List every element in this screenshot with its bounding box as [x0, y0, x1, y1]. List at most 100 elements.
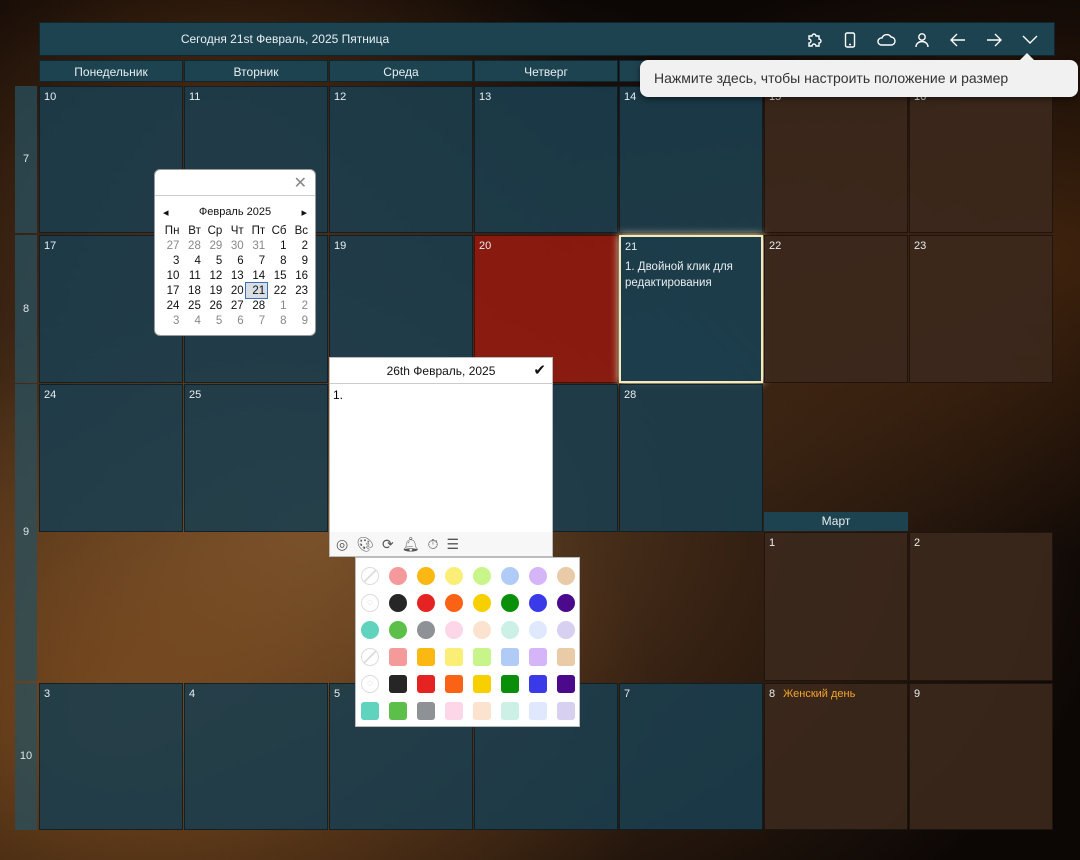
close-icon[interactable]: ✕ — [294, 173, 307, 193]
mini-day[interactable]: 10 — [160, 268, 181, 283]
mini-day[interactable]: 16 — [289, 268, 310, 283]
color-swatch[interactable] — [389, 593, 407, 612]
color-swatch[interactable] — [445, 620, 463, 639]
no-color-icon[interactable] — [361, 647, 379, 666]
mini-day[interactable]: 6 — [224, 313, 245, 328]
day-cell[interactable]: 3 — [39, 683, 183, 830]
phone-icon[interactable] — [832, 23, 868, 57]
mini-day[interactable]: 9 — [289, 253, 310, 268]
color-swatch[interactable] — [557, 647, 575, 666]
mini-day[interactable]: 1 — [267, 238, 288, 253]
mini-day[interactable]: 4 — [181, 313, 202, 328]
color-swatch[interactable] — [557, 566, 575, 585]
day-cell[interactable]: 23 — [909, 235, 1053, 383]
color-swatch[interactable] — [361, 701, 379, 720]
mini-day[interactable]: 17 — [160, 283, 181, 298]
puzzle-icon[interactable] — [796, 23, 832, 57]
color-swatch[interactable] — [361, 620, 379, 639]
color-swatch[interactable] — [389, 647, 407, 666]
color-swatch[interactable] — [389, 674, 407, 693]
mini-day[interactable]: 5 — [203, 253, 224, 268]
day-cell[interactable]: 2 — [909, 532, 1053, 681]
color-swatch[interactable] — [529, 674, 547, 693]
mini-day[interactable]: 18 — [181, 283, 202, 298]
color-swatch[interactable] — [445, 566, 463, 585]
mini-day[interactable]: 25 — [181, 298, 202, 313]
mini-day[interactable]: 27 — [160, 238, 181, 253]
mini-day[interactable]: 13 — [224, 268, 245, 283]
color-swatch[interactable] — [557, 620, 575, 639]
mini-day[interactable]: 12 — [203, 268, 224, 283]
color-swatch[interactable] — [557, 701, 575, 720]
color-swatch[interactable] — [473, 701, 491, 720]
repeat-icon[interactable]: ⟳ — [382, 536, 394, 553]
mini-day[interactable]: 2 — [289, 238, 310, 253]
color-swatch[interactable] — [473, 647, 491, 666]
mini-day[interactable]: 3 — [160, 313, 181, 328]
day-cell[interactable]: 22 — [764, 235, 908, 383]
cloud-icon[interactable] — [868, 23, 904, 57]
color-swatch[interactable] — [501, 674, 519, 693]
day-cell[interactable]: 15 — [764, 86, 908, 233]
mini-day[interactable]: 7 — [246, 313, 267, 328]
color-swatch[interactable] — [529, 701, 547, 720]
color-swatch[interactable] — [417, 647, 435, 666]
arrow-right-icon[interactable] — [976, 23, 1012, 57]
day-cell[interactable]: 1 — [764, 532, 908, 681]
color-swatch[interactable] — [417, 593, 435, 612]
mini-day[interactable]: 5 — [203, 313, 224, 328]
color-swatch[interactable] — [501, 701, 519, 720]
mini-day[interactable]: 2 — [289, 298, 310, 313]
color-swatch[interactable] — [417, 620, 435, 639]
day-cell[interactable]: 7 — [619, 683, 763, 830]
mini-day[interactable]: 29 — [203, 238, 224, 253]
mini-day[interactable]: 26 — [203, 298, 224, 313]
day-cell[interactable]: 8 Женский день — [764, 683, 908, 830]
mini-calendar-titlebar[interactable]: ✕ — [155, 170, 315, 196]
color-swatch[interactable] — [473, 566, 491, 585]
color-swatch[interactable] — [389, 701, 407, 720]
day-cell[interactable]: 25 — [184, 384, 328, 532]
day-cell[interactable]: 16 — [909, 86, 1053, 233]
color-swatch[interactable] — [445, 701, 463, 720]
color-swatch[interactable] — [473, 620, 491, 639]
color-swatch[interactable] — [445, 674, 463, 693]
color-swatch[interactable] — [417, 701, 435, 720]
user-icon[interactable] — [904, 23, 940, 57]
mini-day[interactable]: 21 — [244, 282, 269, 299]
color-swatch[interactable] — [473, 593, 491, 612]
color-swatch[interactable] — [501, 566, 519, 585]
mini-day[interactable]: 15 — [267, 268, 288, 283]
mini-day[interactable]: 7 — [246, 253, 267, 268]
mini-day[interactable]: 6 — [224, 253, 245, 268]
color-swatch[interactable] — [389, 566, 407, 585]
day-cell[interactable]: 12 — [329, 86, 473, 233]
mini-day[interactable]: 3 — [160, 253, 181, 268]
day-cell[interactable]: 13 — [474, 86, 618, 233]
color-swatch[interactable] — [529, 593, 547, 612]
day-cell[interactable]: 14 — [619, 86, 763, 233]
mini-day[interactable]: 31 — [246, 238, 267, 253]
mini-day[interactable]: 30 — [224, 238, 245, 253]
custom-color-icon[interactable]: ◌ — [361, 674, 379, 693]
mini-day[interactable]: 23 — [289, 283, 310, 298]
color-swatch[interactable] — [417, 566, 435, 585]
mini-day[interactable]: 24 — [160, 298, 181, 313]
color-swatch[interactable] — [473, 674, 491, 693]
mini-day[interactable]: 8 — [267, 313, 288, 328]
day-cell[interactable]: 9 — [909, 683, 1053, 830]
list-clock-icon[interactable]: ☰ — [446, 536, 459, 553]
color-swatch[interactable] — [529, 647, 547, 666]
day-cell[interactable]: 24 — [39, 384, 183, 532]
color-swatch[interactable] — [501, 647, 519, 666]
mini-day[interactable]: 14 — [246, 268, 267, 283]
color-swatch[interactable] — [557, 674, 575, 693]
custom-color-icon[interactable]: ◌ — [361, 593, 379, 612]
day-cell[interactable]: 4 — [184, 683, 328, 830]
day-cell[interactable]: 21 1. Двойной клик для редактирования — [619, 235, 763, 383]
next-month-button[interactable]: ▸ — [301, 206, 307, 219]
bell-icon[interactable]: 🔔︎ — [402, 536, 420, 553]
mini-day[interactable]: 1 — [267, 298, 288, 313]
palette-icon[interactable]: 🎨︎ — [356, 536, 374, 553]
mini-day[interactable]: 27 — [224, 298, 245, 313]
